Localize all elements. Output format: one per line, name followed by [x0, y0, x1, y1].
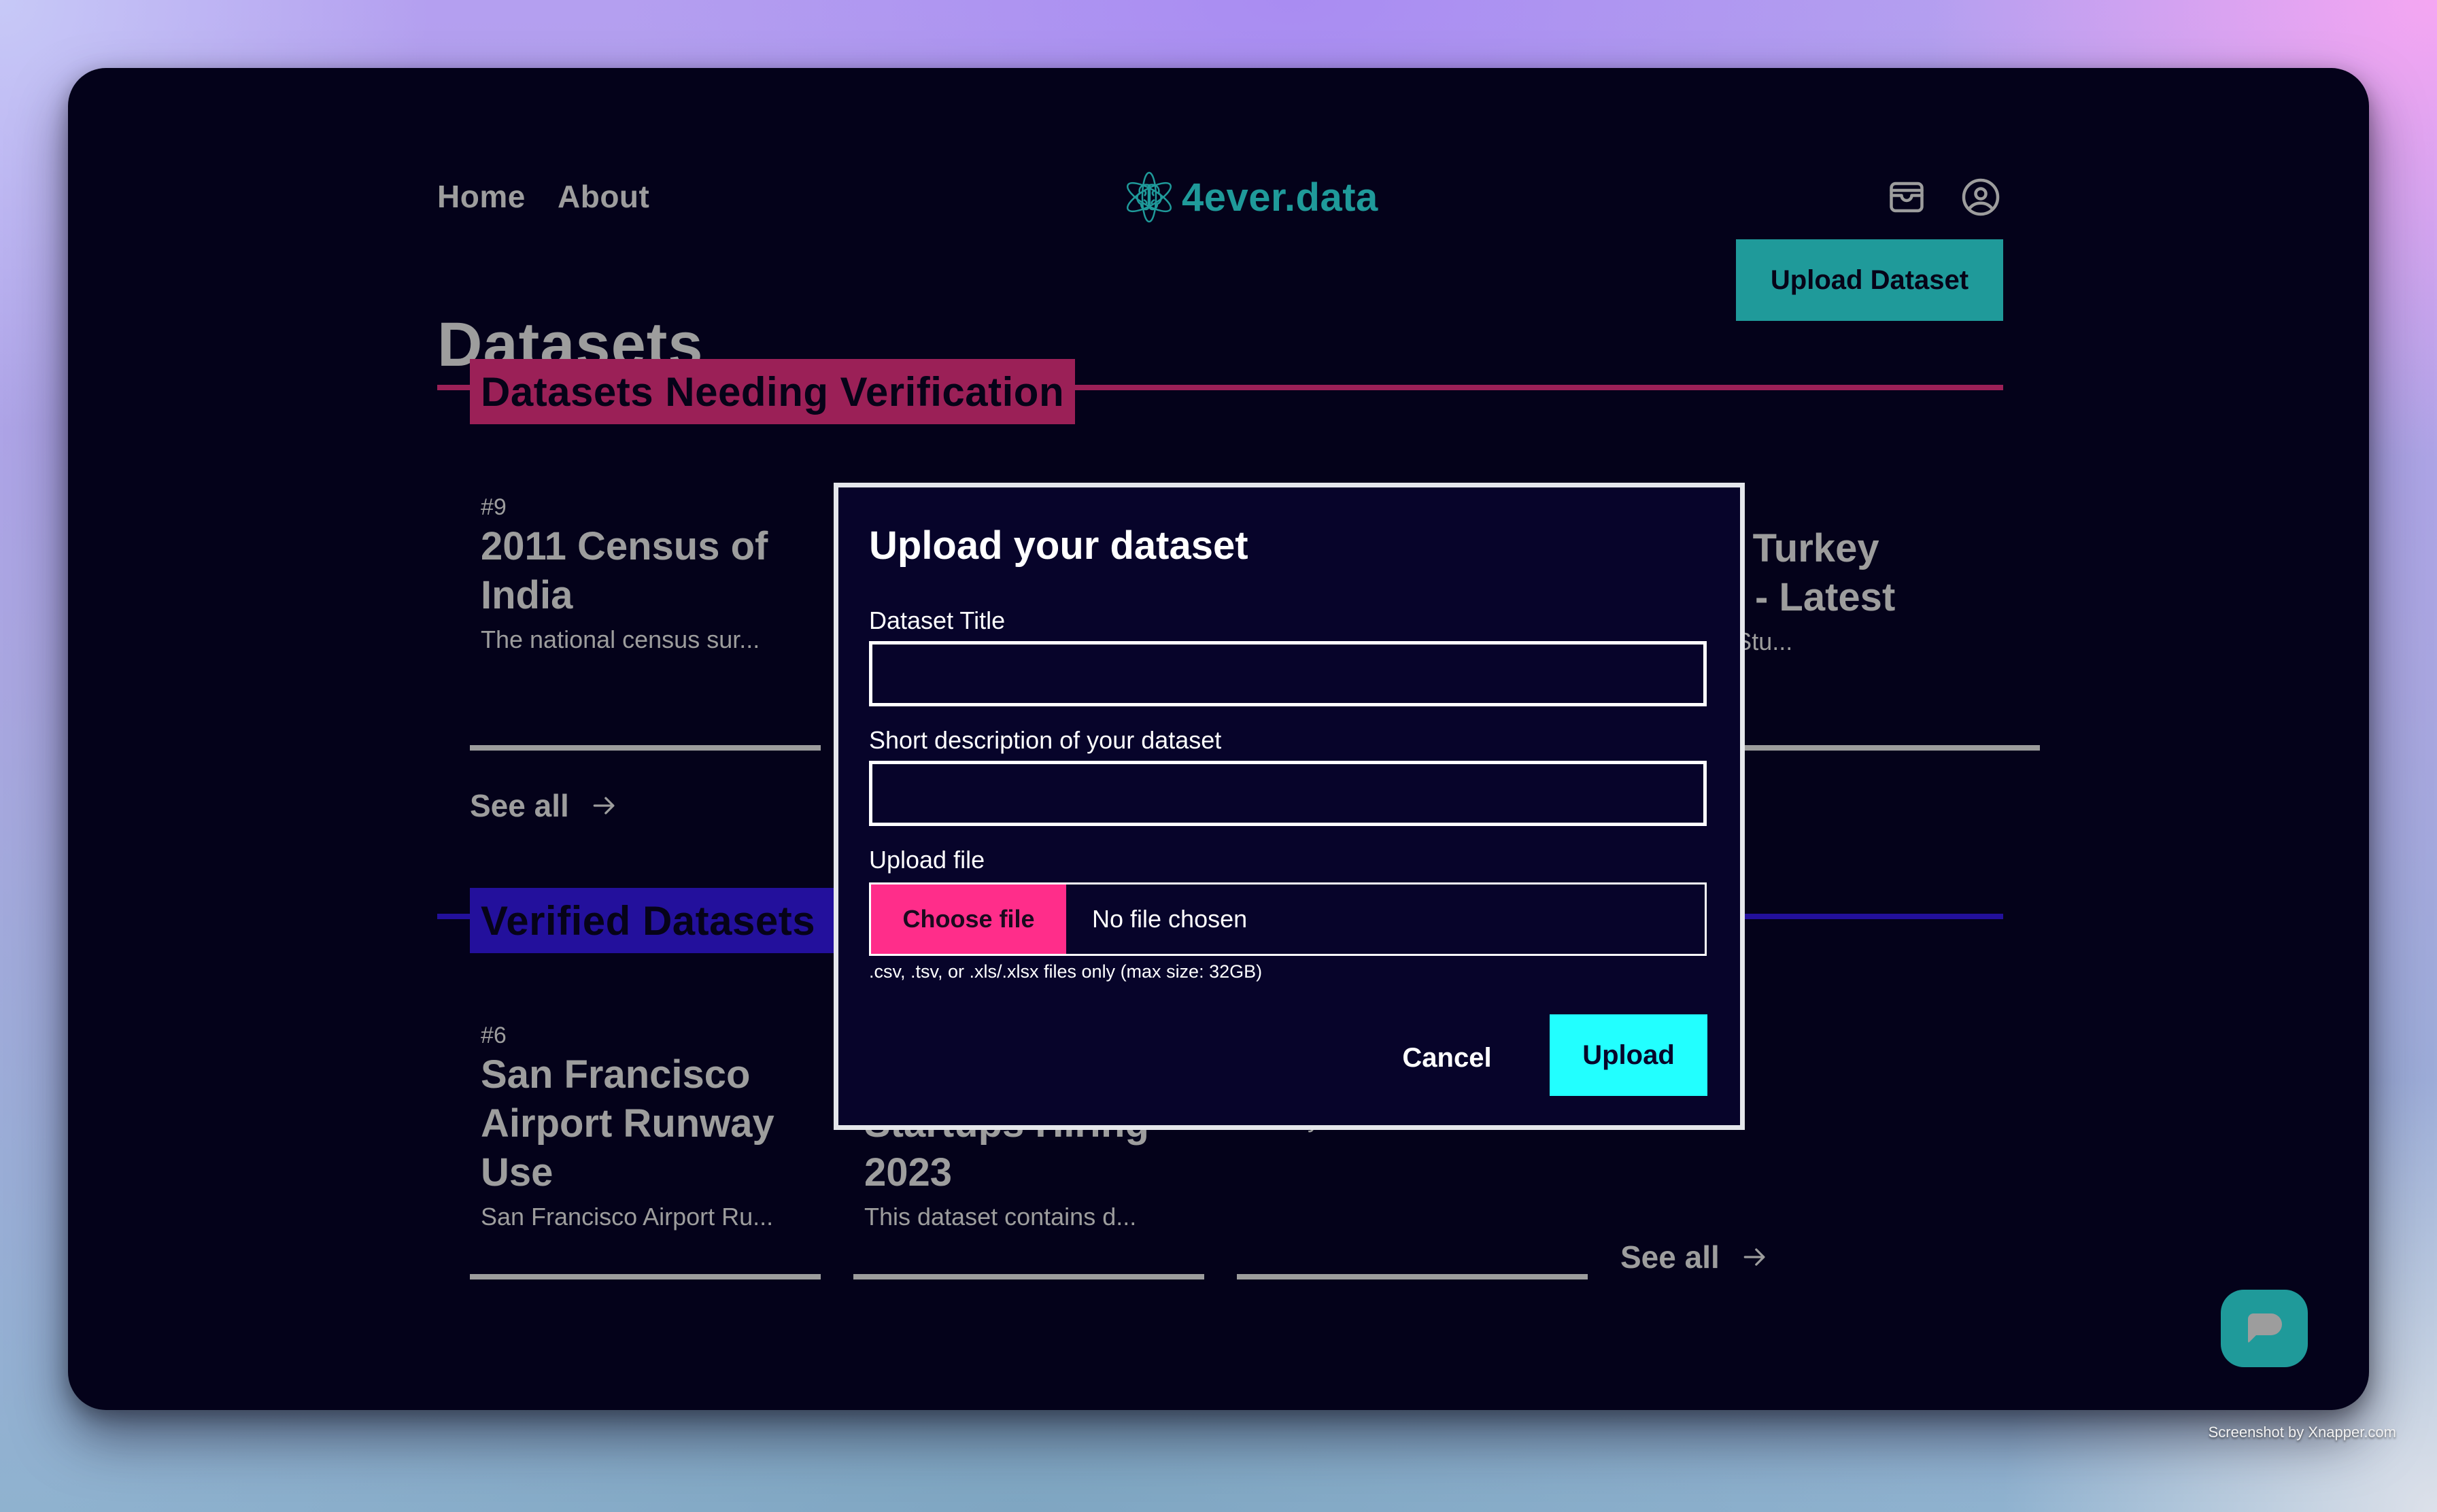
- upload-file-label: Upload file: [869, 846, 985, 874]
- dataset-title-input[interactable]: [869, 641, 1707, 706]
- chat-bubble-icon: [2248, 1313, 2282, 1343]
- brand-name: 4ever.data: [1182, 175, 1378, 220]
- card-divider: [1237, 1274, 1588, 1279]
- brand-logo[interactable]: 4ever.data: [1122, 170, 1378, 224]
- choose-file-button[interactable]: Choose file: [871, 884, 1066, 954]
- upload-dataset-modal: Upload your dataset Dataset Title Short …: [834, 483, 1745, 1130]
- wallet-icon[interactable]: [1886, 177, 1927, 218]
- see-all-label: See all: [470, 788, 569, 823]
- nav-home-link[interactable]: Home: [437, 178, 526, 215]
- card-divider: [853, 1274, 1204, 1279]
- upload-button[interactable]: Upload: [1550, 1014, 1707, 1096]
- upload-dataset-button[interactable]: Upload Dataset: [1736, 239, 2003, 321]
- file-status: No file chosen: [1092, 905, 1248, 933]
- card-description: This dataset contains d...: [864, 1203, 1137, 1231]
- dataset-title-label: Dataset Title: [869, 606, 1006, 634]
- see-all-verified-link[interactable]: See all: [1620, 1239, 1770, 1275]
- cancel-button[interactable]: Cancel: [1379, 1018, 1515, 1098]
- dataset-description-input[interactable]: [869, 761, 1707, 826]
- arrow-right-icon: [1743, 1248, 1765, 1266]
- user-circle-icon[interactable]: [1960, 177, 2001, 218]
- card-id: #6: [481, 1023, 507, 1048]
- card-title: San Francisco Airport Runway Use: [481, 1052, 774, 1195]
- modal-title: Upload your dataset: [869, 523, 1248, 568]
- file-hint: .csv, .tsv, or .xls/.xlsx files only (ma…: [869, 961, 1263, 982]
- card-divider: [470, 745, 821, 751]
- chat-button[interactable]: [2221, 1290, 2308, 1367]
- arrow-right-icon: [593, 797, 615, 814]
- nav-about-link[interactable]: About: [558, 178, 649, 215]
- dataset-card[interactable]: #9 2011 Census of India The national cen…: [470, 494, 821, 654]
- card-divider: [470, 1274, 821, 1279]
- card-id: #9: [481, 494, 507, 520]
- card-title: 2011 Census of India: [481, 524, 768, 617]
- card-description: San Francisco Airport Ru...: [481, 1203, 774, 1231]
- brain-atom-icon: [1127, 171, 1172, 223]
- section-banner-verified: Verified Datasets: [470, 888, 891, 953]
- dataset-card[interactable]: #6 San Francisco Airport Runway Use San …: [470, 1023, 821, 1231]
- dataset-description-label: Short description of your dataset: [869, 726, 1222, 754]
- watermark: Screenshot by Xnapper.com: [2208, 1424, 2396, 1441]
- see-all-needing-verification-link[interactable]: See all: [470, 787, 619, 824]
- see-all-label: See all: [1620, 1239, 1720, 1275]
- card-description: The national census sur...: [481, 625, 760, 653]
- app-window: Home About 4ever.data Datasets Upload Da…: [68, 68, 2369, 1410]
- file-input[interactable]: Choose file No file chosen: [869, 882, 1707, 956]
- section-banner-needing-verification: Datasets Needing Verification: [470, 359, 1076, 424]
